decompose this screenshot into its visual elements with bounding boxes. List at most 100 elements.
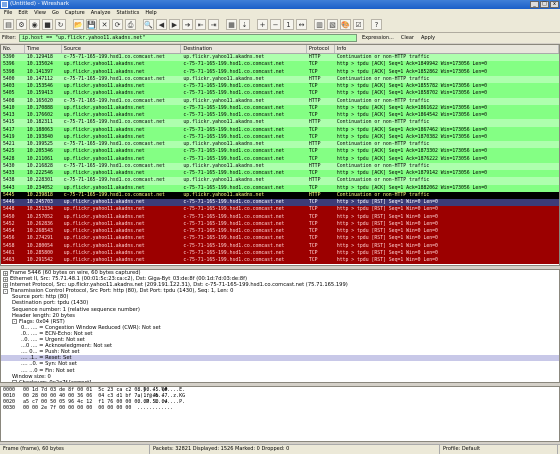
packet-row[interactable]: 5428 10.211061 up.flickr.yahoo11.akadns.ne… bbox=[1, 155, 559, 163]
list-interfaces-icon[interactable]: ▤ bbox=[3, 19, 14, 30]
menu-item-analyze[interactable]: Analyze bbox=[91, 9, 111, 17]
packet-cell-src: up.flickr.yahoo11.akadns.net bbox=[63, 69, 145, 75]
maximize-button[interactable]: □ bbox=[540, 1, 549, 8]
colorize-icon[interactable]: ▦ bbox=[226, 19, 237, 30]
packet-row[interactable]: 5448 10.251334 up.flickr.yahoo11.akadns.ne… bbox=[1, 206, 559, 214]
stop-icon[interactable]: ■ bbox=[42, 19, 53, 30]
packet-cell-proto: TCP bbox=[308, 62, 318, 68]
packet-row[interactable]: 5400 10.147112 c-75-71-165-199.hsd1.co.com… bbox=[1, 75, 559, 83]
packet-row[interactable]: 5433 10.222546 up.flickr.yahoo11.akadns.ne… bbox=[1, 170, 559, 178]
zoom-out-icon[interactable]: − bbox=[270, 19, 281, 30]
packet-row[interactable]: 5390 10.129418 c-75-71-165-199.hsd1.co.com… bbox=[1, 54, 559, 62]
packet-row[interactable]: 5452 10.262836 up.flickr.yahoo11.akadns.ne… bbox=[1, 220, 559, 228]
packet-list[interactable]: No. Time Source Destination Protocol Inf… bbox=[0, 44, 560, 266]
packet-bytes-pane[interactable]: 0000 00 1d 7d 03 de 8f 00 01 5c 23 ca c2 … bbox=[0, 386, 560, 442]
close-icon[interactable]: ✕ bbox=[99, 19, 110, 30]
menu-item-edit[interactable]: Edit bbox=[18, 9, 28, 17]
packet-row[interactable]: 5413 10.176602 up.flickr.yahoo11.akadns.ne… bbox=[1, 112, 559, 120]
column-header-protocol[interactable]: Protocol bbox=[307, 45, 335, 53]
last-icon[interactable]: ⇥ bbox=[208, 19, 219, 30]
packet-row[interactable]: 5458 10.280054 up.flickr.yahoo11.akadns.ne… bbox=[1, 242, 559, 250]
reload-icon[interactable]: ⟳ bbox=[112, 19, 123, 30]
normal-size-icon[interactable]: 1 bbox=[283, 19, 294, 30]
packet-cell-info: http > tpdu [ACK] Seq=1 Ack=1882062 Win=… bbox=[336, 185, 487, 191]
print-icon[interactable]: ⎙ bbox=[125, 19, 136, 30]
packet-row[interactable]: 5398 10.141397 up.flickr.yahoo11.akadns.ne… bbox=[1, 68, 559, 76]
open-icon[interactable]: 📂 bbox=[73, 19, 84, 30]
packet-row[interactable]: 5417 10.188063 up.flickr.yahoo11.akadns.ne… bbox=[1, 126, 559, 134]
menu-item-help[interactable]: Help bbox=[145, 9, 156, 17]
packet-cell-no: 5461 bbox=[3, 250, 15, 256]
expand-icon[interactable]: + bbox=[3, 282, 8, 288]
hex-dump-line[interactable]: 0030 00 00 2e 7f 00 00 00 00 00 00 00 00.… bbox=[1, 405, 559, 411]
packet-cell-time: 10.251334 bbox=[26, 207, 53, 213]
close-button[interactable]: x bbox=[550, 1, 559, 8]
save-icon[interactable]: 💾 bbox=[86, 19, 97, 30]
expand-icon[interactable]: + bbox=[3, 276, 8, 282]
packet-row[interactable]: 5450 10.257052 up.flickr.yahoo11.akadns.ne… bbox=[1, 213, 559, 221]
packet-cell-dst: c-75-71-165-199.hsd1.co.comcast.net bbox=[183, 113, 285, 118]
packet-details-pane[interactable]: + Frame 5446 (60 bytes on wire, 60 bytes … bbox=[0, 269, 560, 383]
first-icon[interactable]: ⇤ bbox=[195, 19, 206, 30]
back-icon[interactable]: ◀ bbox=[156, 19, 167, 30]
restart-icon[interactable]: ↻ bbox=[55, 19, 66, 30]
packet-cell-dst: up.flickr.yahoo11.akadns.net bbox=[183, 76, 265, 82]
packet-cell-src: up.flickr.yahoo11.akadns.net bbox=[63, 156, 145, 162]
menu-item-capture[interactable]: Capture bbox=[65, 9, 85, 17]
packet-row-selected[interactable]: 5446 10.245703 up.flickr.yahoo11.akadns.ne… bbox=[1, 199, 559, 207]
expand-icon[interactable]: + bbox=[3, 270, 8, 276]
goto-icon[interactable]: ➔ bbox=[182, 19, 193, 30]
column-header-no[interactable]: No. bbox=[1, 45, 25, 53]
capture-filters-icon[interactable]: ▥ bbox=[314, 19, 325, 30]
autoscroll-icon[interactable]: ⇣ bbox=[239, 19, 250, 30]
display-filter-input[interactable]: ip.host == "up.flickr.yahoo11.akadns.net… bbox=[18, 34, 357, 42]
zoom-in-icon[interactable]: + bbox=[257, 19, 268, 30]
packet-cell-no: 5463 bbox=[3, 258, 15, 263]
packet-cell-no: 5400 bbox=[3, 76, 15, 82]
packet-row[interactable]: 5408 10.165020 c-75-71-165-199.hsd1.co.com… bbox=[1, 97, 559, 105]
options-icon[interactable]: ⚙ bbox=[16, 19, 27, 30]
packet-row[interactable]: 5421 10.199525 c-75-71-165-199.hsd1.co.com… bbox=[1, 141, 559, 149]
preferences-icon[interactable]: ☑ bbox=[353, 19, 364, 30]
clear-button[interactable]: Clear bbox=[399, 34, 416, 42]
packet-row[interactable]: 5443 10.234052 up.flickr.yahoo11.akadns.ne… bbox=[1, 184, 559, 192]
packet-row[interactable]: 5410 10.170888 up.flickr.yahoo11.akadns.ne… bbox=[1, 104, 559, 112]
status-profile[interactable]: Profile: Default bbox=[440, 445, 558, 454]
column-header-info[interactable]: Info bbox=[335, 45, 559, 53]
menu-item-view[interactable]: View bbox=[34, 9, 46, 17]
menu-item-statistics[interactable]: Statistics bbox=[116, 9, 139, 17]
collapse-icon[interactable]: - bbox=[12, 319, 17, 325]
packet-row[interactable]: 5454 10.268543 up.flickr.yahoo11.akadns.ne… bbox=[1, 228, 559, 236]
packet-cell-no: 5452 bbox=[3, 221, 15, 227]
menu-item-go[interactable]: Go bbox=[52, 9, 59, 17]
coloring-rules-icon[interactable]: 🎨 bbox=[340, 19, 351, 30]
packet-row[interactable]: 5403 10.153546 up.flickr.yahoo11.akadns.ne… bbox=[1, 83, 559, 91]
display-filters-icon[interactable]: ▧ bbox=[327, 19, 338, 30]
apply-button[interactable]: Apply bbox=[419, 34, 437, 42]
column-header-time[interactable]: Time bbox=[25, 45, 62, 53]
column-header-destination[interactable]: Destination bbox=[181, 45, 307, 53]
collapse-icon[interactable]: - bbox=[3, 288, 8, 294]
packet-row[interactable]: 5438 10.228301 c-75-71-165-199.hsd1.co.com… bbox=[1, 177, 559, 185]
minimize-button[interactable]: _ bbox=[530, 1, 539, 8]
menu-item-file[interactable]: File bbox=[4, 9, 12, 17]
packet-row[interactable]: 5456 10.274291 up.flickr.yahoo11.akadns.ne… bbox=[1, 235, 559, 243]
packet-row[interactable]: 5461 10.285800 up.flickr.yahoo11.akadns.ne… bbox=[1, 249, 559, 257]
packet-row[interactable]: 5425 10.205346 up.flickr.yahoo11.akadns.ne… bbox=[1, 148, 559, 156]
expression-button[interactable]: Expression... bbox=[360, 34, 396, 42]
packet-cell-src: up.flickr.yahoo11.akadns.net bbox=[63, 243, 145, 249]
help-icon[interactable]: ? bbox=[371, 19, 382, 30]
packet-row[interactable]: 5430 10.216828 c-75-71-165-199.hsd1.co.com… bbox=[1, 162, 559, 170]
resize-columns-icon[interactable]: ↔ bbox=[296, 19, 307, 30]
forward-icon[interactable]: ▶ bbox=[169, 19, 180, 30]
column-header-source[interactable]: Source bbox=[62, 45, 182, 53]
find-icon[interactable]: 🔍 bbox=[143, 19, 154, 30]
start-icon[interactable]: ◉ bbox=[29, 19, 40, 30]
packet-row[interactable]: 5405 10.159413 up.flickr.yahoo11.akadns.ne… bbox=[1, 90, 559, 98]
packet-row[interactable]: 5396 10.135024 up.flickr.yahoo11.akadns.ne… bbox=[1, 61, 559, 69]
packet-cell-info: Continuation or non-HTTP traffic bbox=[336, 98, 430, 104]
packet-row[interactable]: 5419 10.193840 up.flickr.yahoo11.akadns.ne… bbox=[1, 133, 559, 141]
packet-row[interactable]: 5445 10.239818 c-75-71-165-199.hsd1.co.com… bbox=[1, 191, 559, 199]
packet-row[interactable]: 5463 10.291542 up.flickr.yahoo11.akadns.ne… bbox=[1, 257, 559, 265]
packet-row[interactable]: 5415 10.182311 c-75-71-165-199.hsd1.co.com… bbox=[1, 119, 559, 127]
